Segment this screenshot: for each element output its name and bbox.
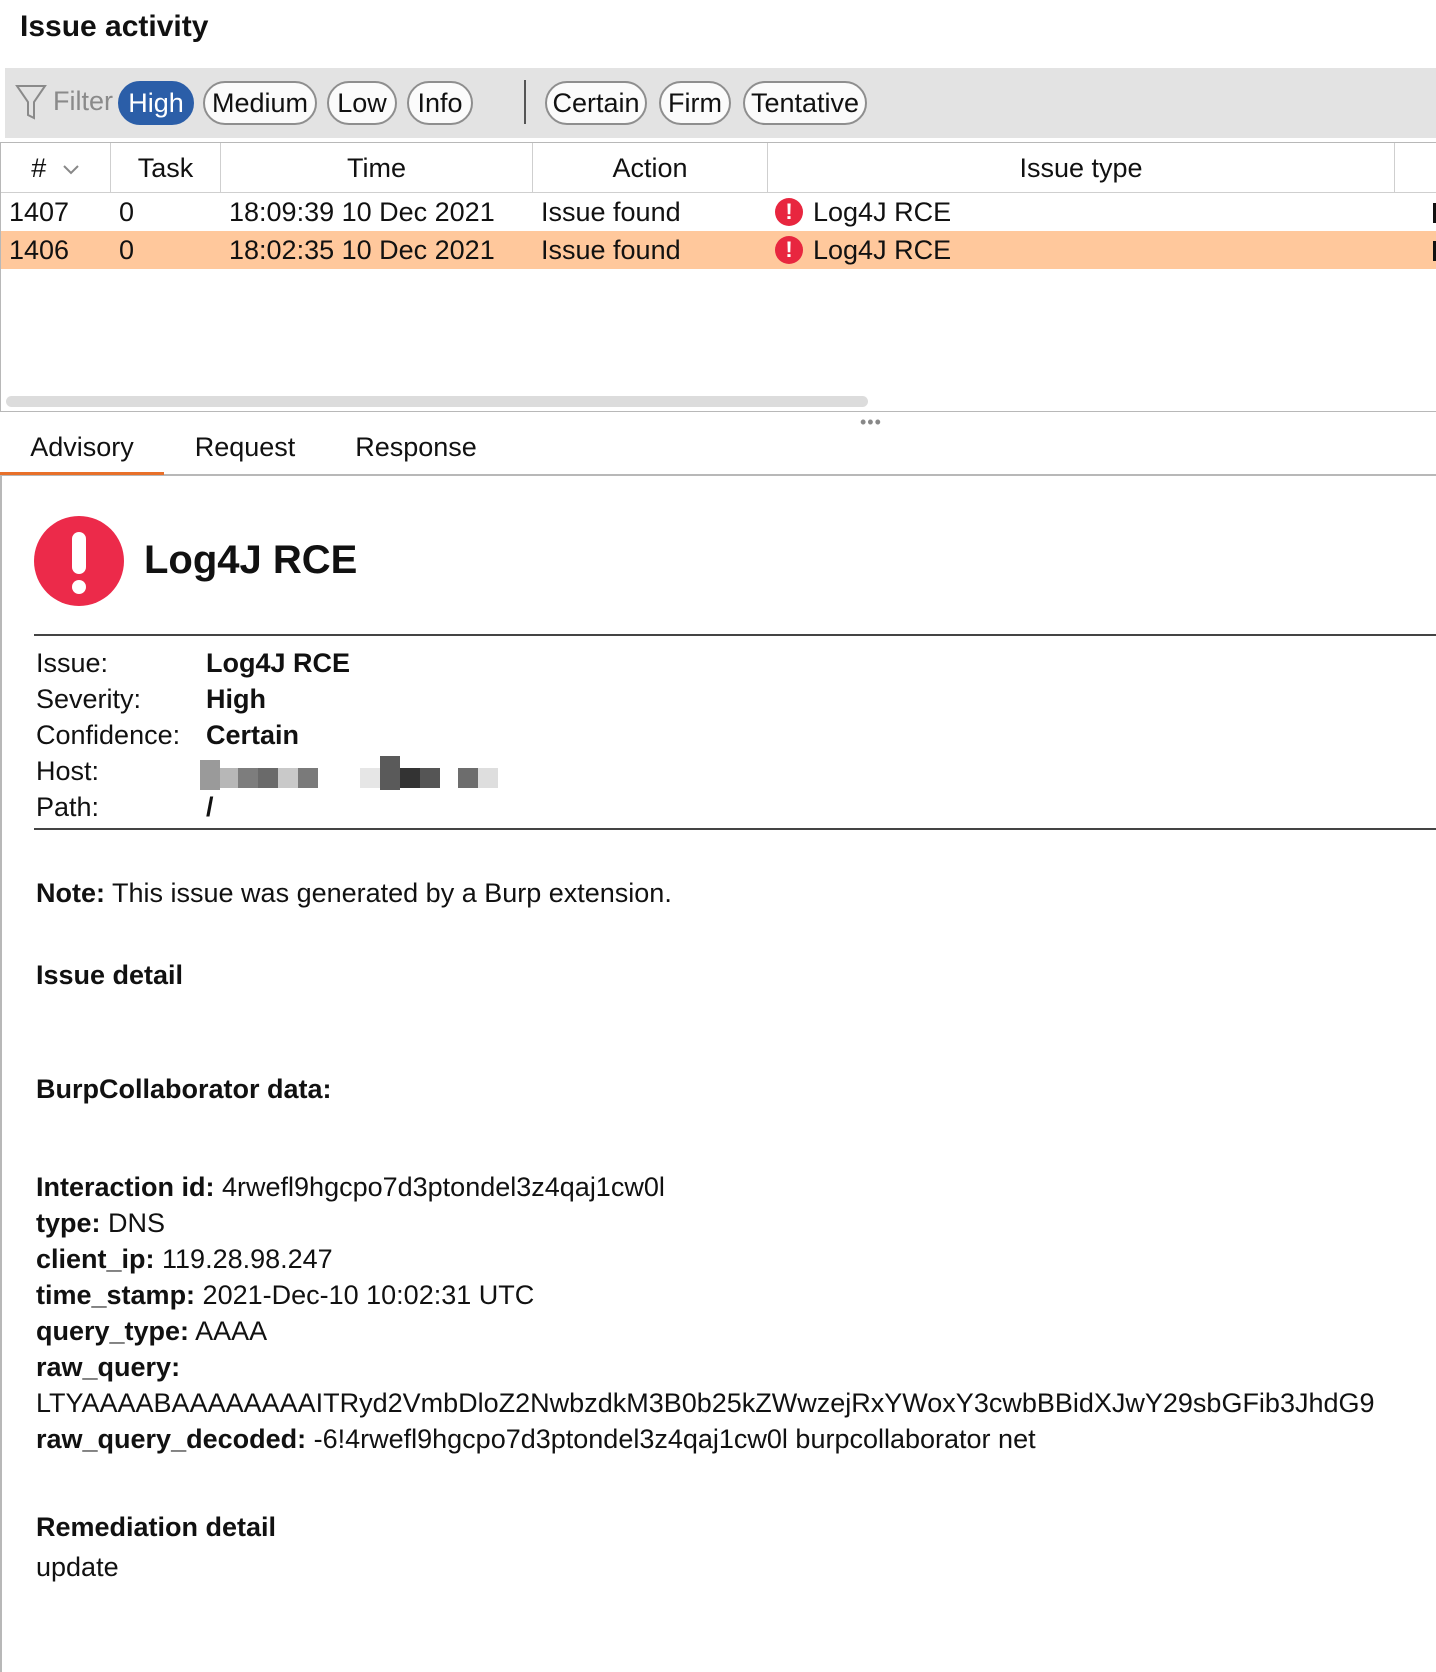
type-line: type: DNS [36, 1208, 165, 1239]
cell-task: 0 [119, 235, 135, 265]
interaction-id-line: Interaction id: 4rwefl9hgcpo7d3ptondel3z… [36, 1172, 665, 1203]
host-label: Host: [36, 756, 100, 786]
severity-high-large-icon [34, 516, 124, 606]
cell-id: 1406 [9, 235, 70, 265]
client-ip-value: 119.28.98.247 [154, 1244, 333, 1274]
issue-label: Issue: [36, 648, 109, 678]
type-label: type: [36, 1208, 101, 1238]
interaction-id-label: Interaction id: [36, 1172, 215, 1202]
cell-time: 18:02:35 10 Dec 2021 [229, 235, 495, 265]
chip-certain[interactable]: Certain [545, 81, 647, 125]
issue-table: # Task Time Action Issue type 1407 0 18:… [0, 142, 1436, 412]
panel-title: Issue activity [20, 10, 209, 43]
client-ip-label: client_ip: [36, 1244, 155, 1274]
severity-label: Severity: [36, 684, 142, 714]
interaction-id-value: 4rwefl9hgcpo7d3ptondel3z4qaj1cw0l [214, 1172, 665, 1202]
filter-label[interactable]: Filter [53, 86, 113, 117]
note-label: Note: [36, 878, 105, 908]
remediation-heading: Remediation detail [36, 1512, 277, 1542]
cell-action: Issue found [541, 235, 681, 265]
divider [34, 634, 1436, 636]
filter-bar: Filter High Medium Low Info Certain Firm… [5, 68, 1436, 138]
detail-tabs: Advisory Request Response [0, 424, 1436, 476]
raw-query-decoded-line: raw_query_decoded: -6!4rwefl9hgcpo7d3pto… [36, 1424, 1036, 1455]
type-value: DNS [100, 1208, 166, 1238]
horizontal-scrollbar[interactable] [6, 396, 868, 407]
note-text: This issue was generated by a Burp exten… [105, 878, 672, 908]
chip-info[interactable]: Info [407, 81, 473, 125]
chip-firm[interactable]: Firm [659, 81, 731, 125]
col-header-action[interactable]: Action [533, 143, 768, 193]
advisory-panel: Log4J RCE Issue: Log4J RCE Severity: Hig… [0, 476, 1436, 1672]
confidence-label: Confidence: [36, 720, 181, 750]
issue-detail-heading: Issue detail [36, 960, 184, 990]
issue-value: Log4J RCE [206, 648, 351, 678]
client-ip-line: client_ip: 119.28.98.247 [36, 1244, 333, 1275]
cell-action: Issue found [541, 197, 681, 227]
filter-funnel-icon[interactable] [15, 82, 47, 122]
col-header-extra[interactable] [1395, 143, 1436, 193]
remediation-text: update [36, 1552, 119, 1582]
raw-query-decoded-label: raw_query_decoded: [36, 1424, 307, 1454]
severity-high-icon: ! [775, 198, 803, 226]
tab-response[interactable]: Response [346, 424, 486, 472]
chip-medium[interactable]: Medium [203, 81, 317, 125]
time-stamp-value: 2021-Dec-10 10:02:31 UTC [195, 1280, 535, 1310]
tab-advisory[interactable]: Advisory [0, 424, 164, 475]
note-paragraph: Note: This issue was generated by a Burp… [36, 878, 672, 909]
chip-tentative[interactable]: Tentative [743, 81, 867, 125]
time-stamp-line: time_stamp: 2021-Dec-10 10:02:31 UTC [36, 1280, 534, 1311]
tab-request[interactable]: Request [180, 424, 310, 472]
raw-query-label: raw_query: [36, 1352, 181, 1382]
chip-low[interactable]: Low [327, 81, 397, 125]
cell-id: 1407 [9, 197, 70, 227]
cell-task: 0 [119, 197, 135, 227]
col-header-issue-type[interactable]: Issue type [768, 143, 1395, 193]
query-type-value: AAAA [189, 1316, 268, 1346]
raw-query-value: LTYAAAABAAAAAAAAITRyd2VmbDloZ2NwbzdkM3B0… [36, 1388, 1375, 1418]
query-type-label: query_type: [36, 1316, 190, 1346]
path-value: / [206, 792, 214, 822]
chip-high[interactable]: High [118, 81, 194, 125]
raw-query-decoded-value: -6!4rwefl9hgcpo7d3ptondel3z4qaj1cw0l bur… [306, 1424, 1036, 1454]
table-row[interactable]: 1407 0 18:09:39 10 Dec 2021 Issue found … [1, 193, 1436, 231]
collaborator-heading: BurpCollaborator data: [36, 1074, 332, 1104]
cell-issue-type: Log4J RCE [813, 197, 952, 227]
query-type-line: query_type: AAAA [36, 1316, 267, 1347]
advisory-title: Log4J RCE [144, 538, 358, 582]
col-header-time[interactable]: Time [221, 143, 533, 193]
col-header-number[interactable]: # [1, 143, 111, 193]
cell-issue-type: Log4J RCE [813, 235, 952, 265]
cell-time: 18:09:39 10 Dec 2021 [229, 197, 495, 227]
path-label: Path: [36, 792, 100, 822]
col-header-number-label: # [31, 153, 47, 183]
table-row-selected[interactable]: 1406 0 18:02:35 10 Dec 2021 Issue found … [1, 231, 1436, 269]
col-header-task[interactable]: Task [111, 143, 221, 193]
severity-high-icon: ! [775, 236, 803, 264]
filter-separator [524, 80, 526, 124]
severity-value: High [206, 684, 266, 714]
time-stamp-label: time_stamp: [36, 1280, 196, 1310]
confidence-value: Certain [206, 720, 300, 750]
sort-chevron-icon [63, 165, 79, 175]
divider [34, 828, 1436, 830]
